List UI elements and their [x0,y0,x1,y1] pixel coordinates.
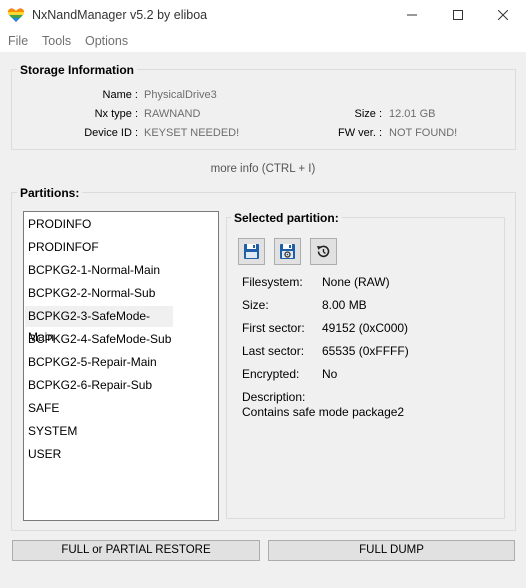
save-gear-icon [280,244,295,259]
filesystem-label: Filesystem: [242,275,303,289]
full-dump-button[interactable]: FULL DUMP [268,540,515,561]
window-title: NxNandManager v5.2 by eliboa [32,8,208,22]
more-info-link[interactable]: more info (CTRL + I) [0,163,526,175]
minimize-button[interactable] [389,0,435,30]
restore-partition-button[interactable] [310,238,337,265]
menu-tools[interactable]: Tools [42,34,71,48]
nx-type-value: RAWNAND [144,108,201,120]
partition-item-bcpkg2-2[interactable]: BCPKG2-2-Normal-Sub [25,283,173,304]
partition-size-label: Size: [242,298,269,312]
rainbow-heart-icon [7,6,25,24]
partition-item-user[interactable]: USER [25,444,173,465]
device-id-label: Device ID : [84,127,138,139]
advanced-dump-button[interactable] [274,238,301,265]
partition-size-value: 8.00 MB [322,298,367,312]
partition-list[interactable]: PRODINFO PRODINFOF BCPKG2-1-Normal-Main … [23,211,219,521]
restore-icon [317,245,330,258]
description-label: Description: [242,390,306,404]
first-sector-label: First sector: [242,321,305,335]
maximize-button[interactable] [435,0,481,30]
last-sector-label: Last sector: [242,344,305,358]
name-label: Name : [102,89,138,101]
menu-bar: File Tools Options [0,30,526,52]
save-icon [244,244,259,259]
name-value: PhysicalDrive3 [144,89,217,101]
partition-item-prodinfo[interactable]: PRODINFO [25,214,173,235]
size-label: Size : [354,108,382,120]
nx-type-label: Nx type : [94,108,138,120]
partition-item-bcpkg2-4[interactable]: BCPKG2-4-SafeMode-Sub [25,329,173,350]
storage-info-title: Storage Information [17,63,138,77]
first-sector-value: 49152 (0xC000) [322,321,409,335]
device-id-value: KEYSET NEEDED! [144,127,240,139]
menu-file[interactable]: File [8,34,28,48]
partition-item-bcpkg2-1[interactable]: BCPKG2-1-Normal-Main [25,260,173,281]
partition-item-system[interactable]: SYSTEM [25,421,173,442]
selected-partition-title: Selected partition: [231,211,342,225]
partition-item-safe[interactable]: SAFE [25,398,173,419]
full-or-partial-restore-button[interactable]: FULL or PARTIAL RESTORE [12,540,260,561]
filesystem-value: None (RAW) [322,275,390,289]
minimize-icon [407,14,417,16]
partitions-title: Partitions: [17,186,83,200]
fw-ver-value: NOT FOUND! [389,127,458,139]
maximize-icon [453,10,463,20]
partition-item-bcpkg2-3[interactable]: BCPKG2-3-SafeMode-Main [25,306,173,344]
close-icon [498,10,508,20]
description-value: Contains safe mode package2 [242,405,405,419]
fw-ver-label: FW ver. : [338,127,382,139]
encrypted-value: No [322,367,338,381]
title-bar[interactable]: NxNandManager v5.2 by eliboa [0,0,526,30]
partition-item-bcpkg2-5[interactable]: BCPKG2-5-Repair-Main [25,352,173,373]
partition-item-prodinfof[interactable]: PRODINFOF [25,237,173,258]
size-value: 12.01 GB [389,108,436,120]
partition-item-bcpkg2-6[interactable]: BCPKG2-6-Repair-Sub [25,375,173,396]
menu-options[interactable]: Options [85,34,128,48]
close-button[interactable] [480,0,526,30]
encrypted-label: Encrypted: [242,367,300,381]
last-sector-value: 65535 (0xFFFF) [322,344,409,358]
dump-partition-button[interactable] [238,238,265,265]
